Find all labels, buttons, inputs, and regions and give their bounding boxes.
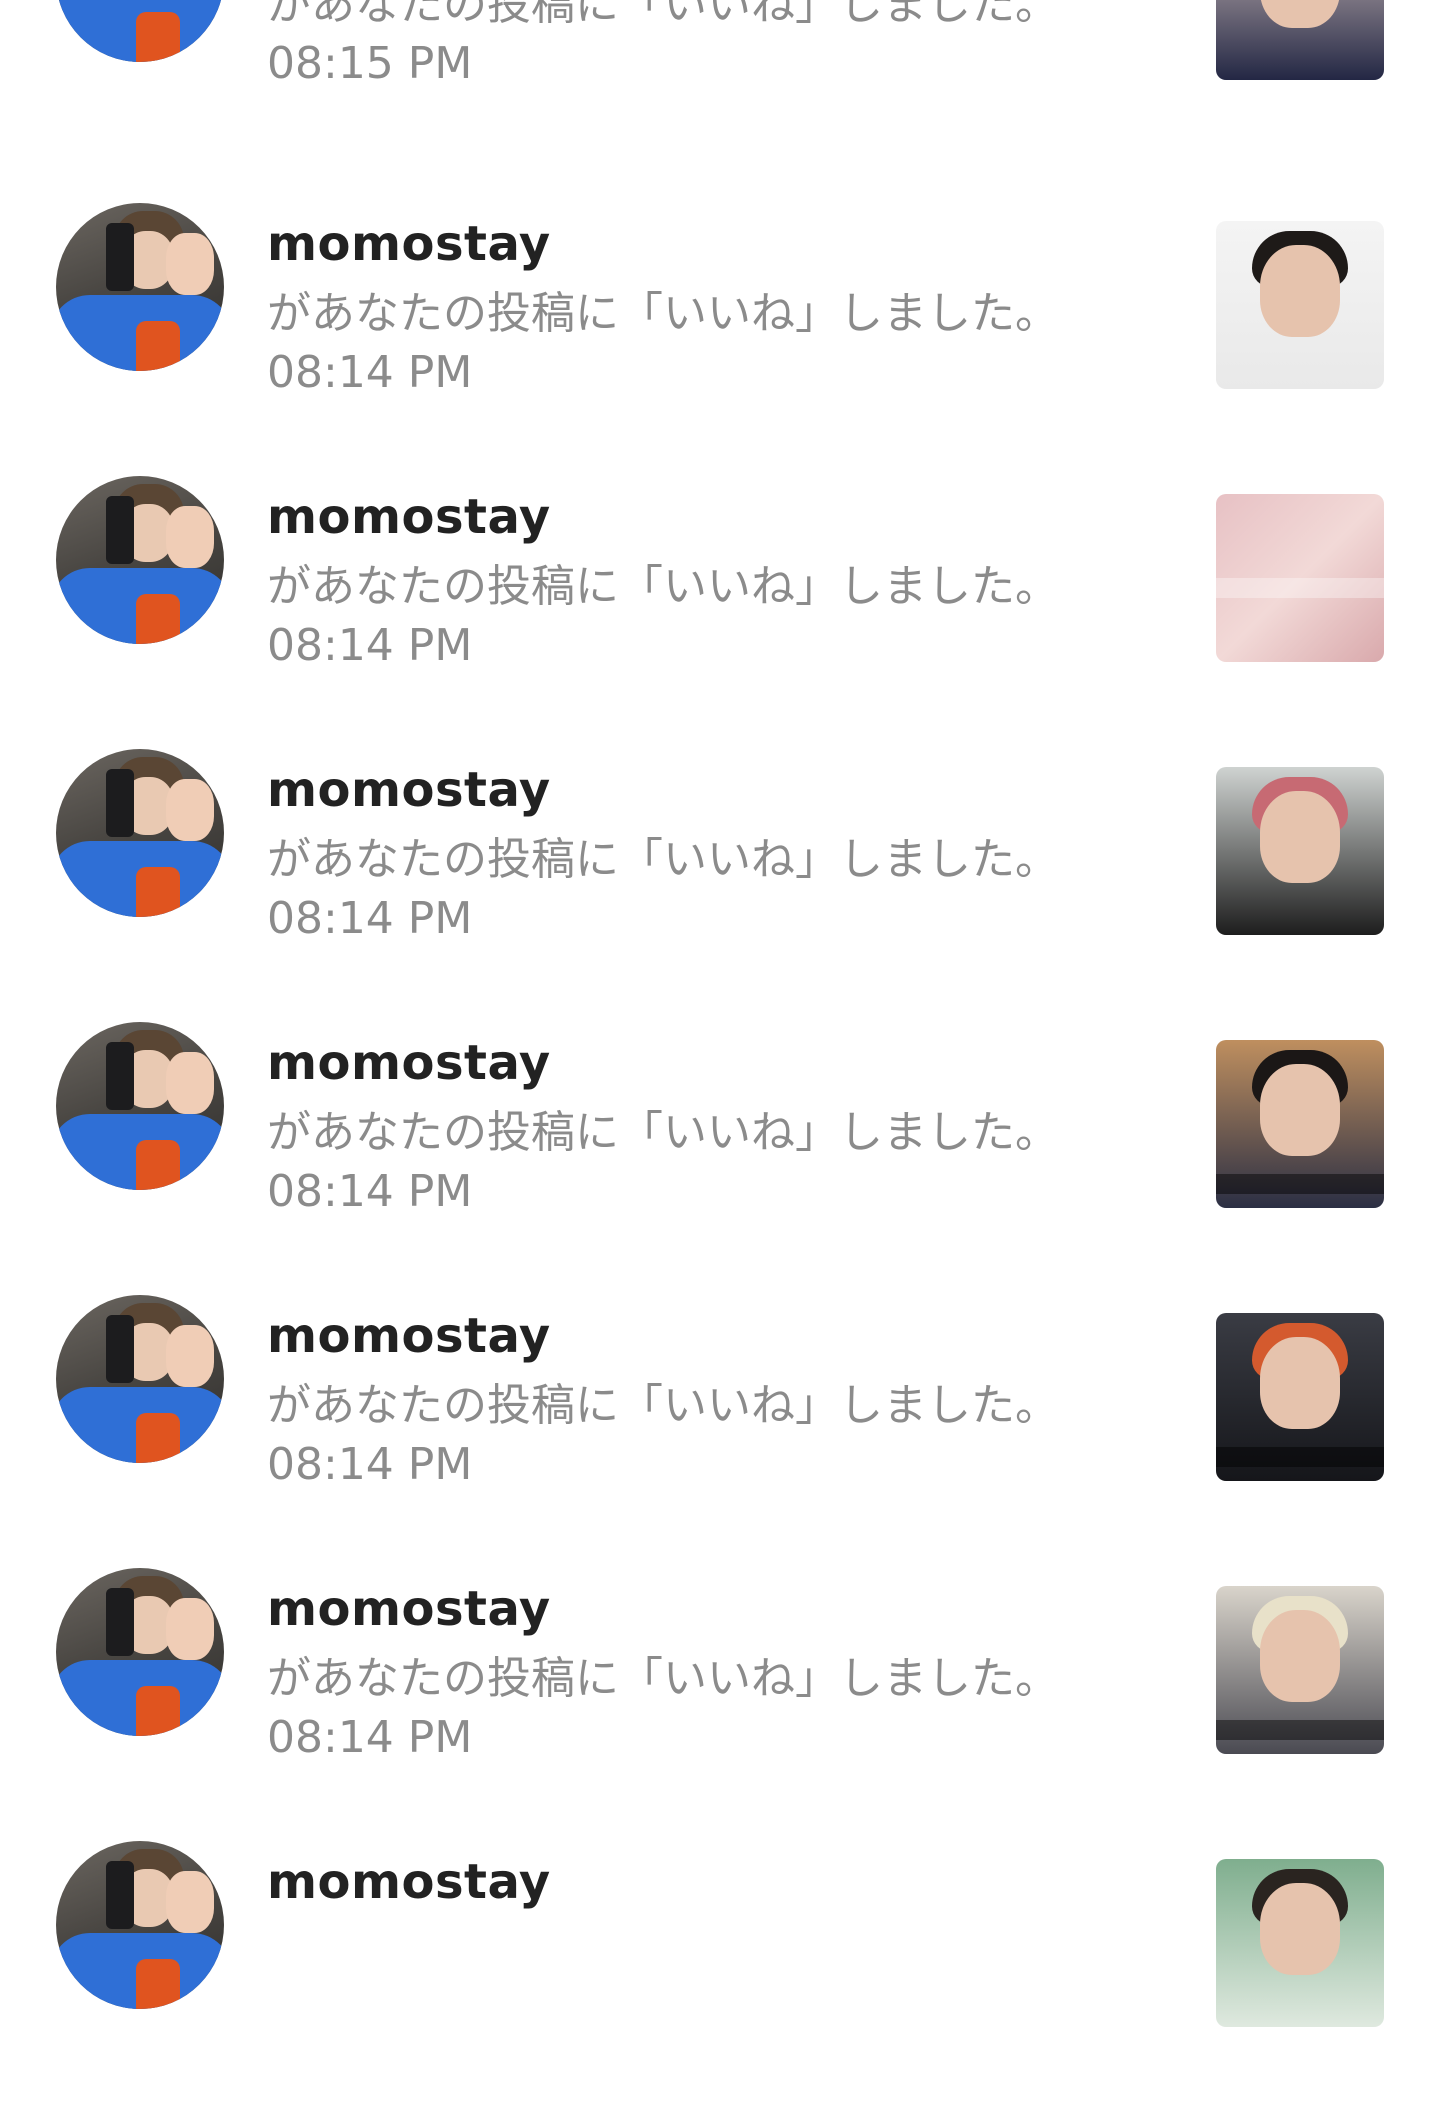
user-avatar[interactable] [56,749,224,917]
username[interactable]: momostay [267,761,551,819]
notification-time: 08:14 PM [267,1439,473,1490]
notification-time: 08:14 PM [267,620,473,671]
post-thumbnail[interactable] [1216,767,1384,935]
user-avatar[interactable] [56,203,224,371]
notification-time: 08:15 PM [267,38,473,89]
user-avatar[interactable] [56,1568,224,1736]
post-thumbnail[interactable] [1216,221,1384,389]
notification-row[interactable]: があなたの投稿に「いいね」しました。 08:15 PM [0,0,1440,167]
notification-row[interactable]: momostay があなたの投稿に「いいね」しました。 08:14 PM [0,749,1440,1022]
notification-message: があなたの投稿に「いいね」しました。 [267,1653,1059,1704]
user-avatar[interactable] [56,0,224,62]
notification-message: があなたの投稿に「いいね」しました。 [267,1107,1059,1158]
notification-time: 08:14 PM [267,347,473,398]
post-thumbnail[interactable] [1216,494,1384,662]
post-thumbnail[interactable] [1216,1040,1384,1208]
notification-time: 08:14 PM [267,893,473,944]
username[interactable]: momostay [267,1853,551,1911]
user-avatar[interactable] [56,1841,224,2009]
notification-row[interactable]: momostay があなたの投稿に「いいね」しました。 08:14 PM [0,1022,1440,1295]
notification-row[interactable]: momostay があなたの投稿に「いいね」しました。 08:14 PM [0,1568,1440,1841]
post-thumbnail[interactable] [1216,1586,1384,1754]
user-avatar[interactable] [56,1022,224,1190]
username[interactable]: momostay [267,1580,551,1638]
notification-list: があなたの投稿に「いいね」しました。 08:15 PM momostay があな… [0,0,1440,2027]
notification-message: があなたの投稿に「いいね」しました。 [267,288,1059,339]
notification-row[interactable]: momostay [0,1841,1440,2114]
notification-row[interactable]: momostay があなたの投稿に「いいね」しました。 08:14 PM [0,203,1440,476]
notification-message: があなたの投稿に「いいね」しました。 [267,0,1059,30]
post-thumbnail[interactable] [1216,1859,1384,2027]
notification-message: があなたの投稿に「いいね」しました。 [267,1380,1059,1431]
notification-row[interactable]: momostay があなたの投稿に「いいね」しました。 08:14 PM [0,1295,1440,1568]
notification-row[interactable]: momostay があなたの投稿に「いいね」しました。 08:14 PM [0,476,1440,749]
username[interactable]: momostay [267,488,551,546]
username[interactable]: momostay [267,1034,551,1092]
notification-message: があなたの投稿に「いいね」しました。 [267,561,1059,612]
notification-time: 08:14 PM [267,1712,473,1763]
username[interactable]: momostay [267,215,551,273]
user-avatar[interactable] [56,476,224,644]
post-thumbnail[interactable] [1216,1313,1384,1481]
user-avatar[interactable] [56,1295,224,1463]
notification-time: 08:14 PM [267,1166,473,1217]
username[interactable]: momostay [267,1307,551,1365]
post-thumbnail[interactable] [1216,0,1384,80]
notification-message: があなたの投稿に「いいね」しました。 [267,834,1059,885]
